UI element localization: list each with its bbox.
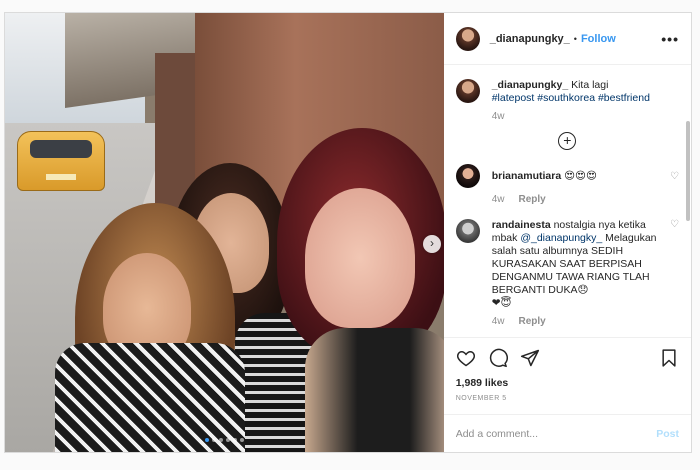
comment-time[interactable]: 4w bbox=[492, 316, 505, 327]
action-bar bbox=[443, 337, 691, 377]
comment-username[interactable]: brianamutiara bbox=[492, 170, 561, 182]
avatar[interactable] bbox=[455, 26, 480, 51]
caption: _dianapungky_ Kita lagi #latepost #south… bbox=[455, 79, 679, 105]
bookmark-icon[interactable] bbox=[659, 348, 679, 368]
post-side-panel: _dianapungky_ • Follow ••• _dianapungky_… bbox=[443, 13, 691, 452]
avatar[interactable] bbox=[455, 79, 480, 103]
photo-taxi bbox=[17, 131, 105, 191]
photo-person-left-body bbox=[55, 343, 245, 452]
comment-input[interactable] bbox=[455, 427, 657, 440]
more-options-icon[interactable]: ••• bbox=[661, 31, 679, 47]
comment-time[interactable]: 4w bbox=[492, 194, 505, 205]
share-icon[interactable] bbox=[520, 348, 540, 368]
comment-text: randainesta nostalgia nya ketika mbak @_… bbox=[492, 219, 664, 310]
comment-emojis: ❤😇 bbox=[491, 297, 512, 309]
comment-text: brianamutiara 😍😍😍 bbox=[492, 170, 664, 183]
comment-like-icon[interactable]: ♡ bbox=[670, 171, 679, 182]
comment-like-icon[interactable]: ♡ bbox=[670, 219, 679, 230]
avatar[interactable] bbox=[455, 164, 480, 188]
instagram-post: › _dianapungky_ • Follow ••• _dianapungk… bbox=[4, 12, 692, 453]
comment-mention[interactable]: @_dianapungky_ bbox=[520, 232, 602, 244]
comment-username[interactable]: randainesta bbox=[492, 219, 551, 231]
post-date[interactable]: NOVEMBER 5 bbox=[444, 389, 691, 402]
caption-username[interactable]: _dianapungky_ bbox=[492, 79, 568, 91]
add-comment-section: Post bbox=[443, 414, 691, 452]
comment-meta: 4w Reply bbox=[492, 194, 679, 205]
header-separator: • bbox=[573, 33, 577, 44]
post-comment-button[interactable]: Post bbox=[656, 428, 679, 440]
carousel-dot[interactable] bbox=[239, 438, 244, 442]
likes-count[interactable]: 1,989 likes bbox=[444, 377, 691, 389]
comment-body: 😍😍😍 bbox=[564, 169, 597, 182]
heart-icon[interactable] bbox=[456, 348, 476, 368]
caption-body: Kita lagi bbox=[571, 79, 609, 91]
post-header: _dianapungky_ • Follow ••• bbox=[443, 13, 691, 65]
comments-list[interactable]: _dianapungky_ Kita lagi #latepost #south… bbox=[444, 65, 691, 337]
reply-button[interactable]: Reply bbox=[519, 194, 546, 205]
carousel-dot[interactable] bbox=[225, 438, 230, 442]
carousel-dot[interactable] bbox=[211, 438, 216, 442]
load-more: + bbox=[456, 132, 679, 150]
carousel-indicator bbox=[5, 438, 444, 442]
carousel-dot[interactable] bbox=[204, 438, 209, 442]
photo-person-right-body bbox=[305, 328, 444, 452]
follow-button[interactable]: Follow bbox=[581, 33, 616, 45]
comment-icon[interactable] bbox=[488, 348, 508, 368]
carousel-next-button[interactable]: › bbox=[423, 235, 441, 253]
carousel-dot[interactable] bbox=[232, 438, 237, 442]
avatar[interactable] bbox=[455, 219, 480, 243]
comment-meta: 4w Reply bbox=[492, 316, 679, 327]
comment-item: randainesta nostalgia nya ketika mbak @_… bbox=[455, 219, 679, 310]
caption-hashtags[interactable]: #latepost #southkorea #bestfriend bbox=[492, 92, 650, 104]
comment-item: brianamutiara 😍😍😍 ♡ bbox=[455, 164, 679, 188]
header-username[interactable]: _dianapungky_ bbox=[490, 33, 570, 45]
comments-scrollbar[interactable] bbox=[686, 121, 690, 221]
caption-text: _dianapungky_ Kita lagi #latepost #south… bbox=[492, 79, 679, 105]
reply-button[interactable]: Reply bbox=[519, 316, 546, 327]
photo-person-right-face bbox=[305, 188, 415, 328]
post-photo[interactable]: › bbox=[5, 13, 444, 452]
load-more-comments-icon[interactable]: + bbox=[558, 132, 577, 150]
caption-meta: 4w bbox=[492, 111, 679, 122]
caption-time[interactable]: 4w bbox=[492, 111, 505, 122]
carousel-dot[interactable] bbox=[218, 438, 223, 442]
